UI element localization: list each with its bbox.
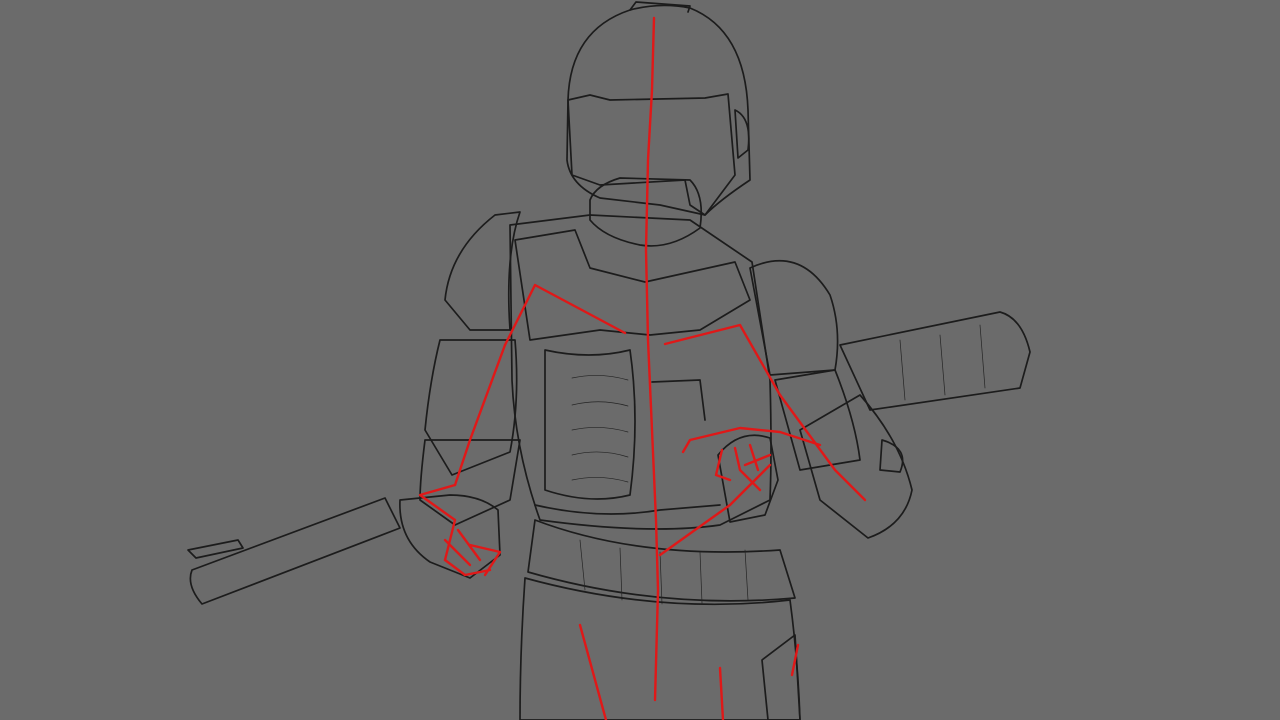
rifle-magazine xyxy=(899,324,986,401)
right-shoulder-pauldron xyxy=(749,260,839,376)
skeleton-rig[interactable] xyxy=(418,16,867,720)
torso-plate-seam xyxy=(534,379,721,515)
left-hand-bones xyxy=(443,528,502,577)
right-hand-bones xyxy=(714,443,772,492)
left-arm[interactable] xyxy=(399,211,521,579)
3d-viewport[interactable] xyxy=(0,0,1280,720)
left-thigh-bone xyxy=(578,623,608,720)
helmet[interactable] xyxy=(566,1,751,216)
wireframe-scene[interactable] xyxy=(0,0,1280,720)
left-shoulder-pauldron xyxy=(444,211,521,331)
hips xyxy=(519,577,801,720)
right-thigh-bone xyxy=(718,666,725,720)
rifle-sight-left xyxy=(187,539,244,559)
rifle-barrel-left xyxy=(189,497,401,605)
torso-upper-armor xyxy=(514,229,751,341)
left-forearm xyxy=(419,439,521,526)
back-plate-slats xyxy=(571,375,629,483)
left-upper-arm xyxy=(424,339,518,476)
rifle[interactable] xyxy=(187,311,1031,605)
rifle-grip xyxy=(879,439,904,473)
helmet-ear-cap xyxy=(734,109,750,159)
torso[interactable] xyxy=(509,214,772,530)
back-plate-ridges xyxy=(544,349,636,500)
right-thigh-armor xyxy=(761,634,801,720)
rifle-stock-right xyxy=(839,311,1031,411)
lower-body[interactable] xyxy=(519,519,801,720)
right-forearm-lower-bone xyxy=(658,463,772,557)
right-upper-arm-bone xyxy=(778,393,867,502)
